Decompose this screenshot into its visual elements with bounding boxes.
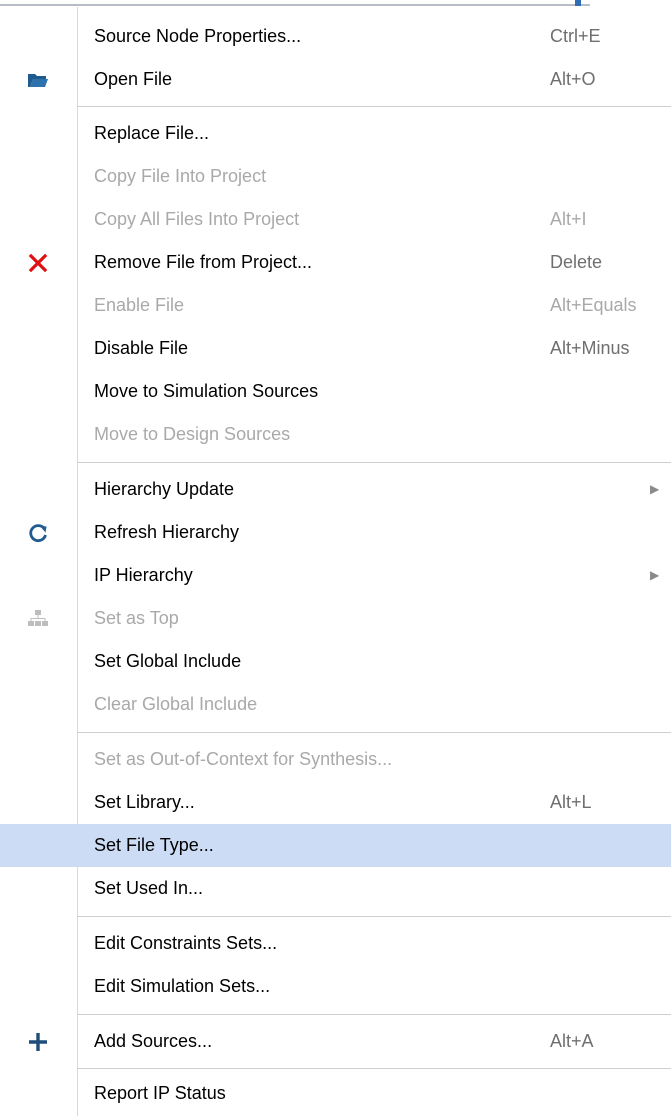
remove-x-icon — [22, 247, 54, 279]
menu-item-copy-file-into-project[interactable]: Copy File Into Project — [0, 155, 671, 198]
menu-item-edit-simulation-sets[interactable]: Edit Simulation Sets... — [0, 965, 671, 1008]
menu-separator — [77, 106, 671, 107]
menu-item-shortcut: Ctrl+E — [550, 26, 601, 46]
menu-item-label: Remove File from Project... — [94, 252, 313, 272]
menu-item-remove-file-from-project[interactable]: Remove File from Project... Delete — [0, 241, 671, 284]
menu-separator — [77, 732, 671, 733]
top-border-line — [0, 4, 590, 6]
menu-item-label: Set Library... — [94, 792, 195, 812]
menu-item-label: Add Sources... — [94, 1031, 213, 1051]
menu-item-label: Move to Simulation Sources — [94, 381, 319, 401]
menu-item-shortcut: Alt+Minus — [550, 338, 630, 358]
menu-separator — [77, 1068, 671, 1069]
menu-item-label: Enable File — [94, 295, 185, 315]
menu-item-hierarchy-update[interactable]: Hierarchy Update ▶ — [0, 468, 671, 511]
menu-item-report-ip-status[interactable]: Report IP Status — [0, 1072, 671, 1115]
menu-item-label: Clear Global Include — [94, 694, 258, 714]
menu-item-label: Hierarchy Update — [94, 479, 235, 499]
menu-item-set-global-include[interactable]: Set Global Include — [0, 640, 671, 683]
menu-item-shortcut: Alt+I — [550, 209, 587, 229]
menu-item-label: Replace File... — [94, 123, 210, 143]
menu-item-replace-file[interactable]: Replace File... — [0, 112, 671, 155]
menu-item-open-file[interactable]: Open File Alt+O — [0, 58, 671, 101]
menu-item-refresh-hierarchy[interactable]: Refresh Hierarchy — [0, 511, 671, 554]
menu-item-set-file-type[interactable]: Set File Type... — [0, 824, 671, 867]
menu-item-set-used-in[interactable]: Set Used In... — [0, 867, 671, 910]
set-top-icon — [22, 603, 54, 635]
menu-item-move-to-design-sources[interactable]: Move to Design Sources — [0, 413, 671, 456]
menu-item-clear-global-include[interactable]: Clear Global Include — [0, 683, 671, 726]
folder-open-icon — [22, 64, 54, 96]
menu-item-add-sources[interactable]: Add Sources... Alt+A — [0, 1020, 671, 1063]
submenu-arrow-icon: ▶ — [650, 568, 660, 582]
menu-separator — [77, 1014, 671, 1015]
menu-item-label: IP Hierarchy — [94, 565, 193, 585]
menu-item-label: Edit Simulation Sets... — [94, 976, 271, 996]
menu-item-label: Report IP Status — [94, 1083, 226, 1103]
menu-item-set-out-of-context[interactable]: Set as Out-of-Context for Synthesis... — [0, 738, 671, 781]
menu-item-label: Open File — [94, 69, 173, 89]
submenu-arrow-icon: ▶ — [650, 482, 660, 496]
context-menu: Source Node Properties... Ctrl+E Open Fi… — [0, 7, 671, 1116]
menu-item-label: Set Global Include — [94, 651, 242, 671]
menu-item-set-as-top[interactable]: Set as Top — [0, 597, 671, 640]
add-plus-icon — [22, 1026, 54, 1058]
menu-item-label: Copy All Files Into Project — [94, 209, 300, 229]
menu-item-enable-file[interactable]: Enable File Alt+Equals — [0, 284, 671, 327]
menu-item-label: Refresh Hierarchy — [94, 522, 240, 542]
menu-separator — [77, 462, 671, 463]
top-edge-marker — [575, 0, 581, 6]
menu-item-label: Copy File Into Project — [94, 166, 267, 186]
menu-item-ip-hierarchy[interactable]: IP Hierarchy ▶ — [0, 554, 671, 597]
refresh-icon — [22, 517, 54, 549]
menu-item-label: Set File Type... — [94, 835, 214, 855]
menu-item-label: Edit Constraints Sets... — [94, 933, 278, 953]
menu-item-label: Disable File — [94, 338, 189, 358]
menu-item-label: Source Node Properties... — [94, 26, 302, 46]
menu-item-shortcut: Alt+O — [550, 69, 596, 89]
menu-item-shortcut: Alt+Equals — [550, 295, 637, 315]
menu-item-label: Set as Top — [94, 608, 179, 628]
menu-item-label: Set Used In... — [94, 878, 204, 898]
menu-item-copy-all-files-into-project[interactable]: Copy All Files Into Project Alt+I — [0, 198, 671, 241]
menu-item-shortcut: Delete — [550, 252, 603, 272]
menu-item-edit-constraints-sets[interactable]: Edit Constraints Sets... — [0, 922, 671, 965]
menu-separator — [77, 916, 671, 917]
menu-item-label: Set as Out-of-Context for Synthesis... — [94, 749, 393, 769]
menu-item-set-library[interactable]: Set Library... Alt+L — [0, 781, 671, 824]
menu-item-shortcut: Alt+A — [550, 1031, 594, 1051]
menu-item-shortcut: Alt+L — [550, 792, 592, 812]
menu-item-label: Move to Design Sources — [94, 424, 291, 444]
menu-item-move-to-simulation-sources[interactable]: Move to Simulation Sources — [0, 370, 671, 413]
menu-top-edge — [0, 0, 671, 7]
menu-item-disable-file[interactable]: Disable File Alt+Minus — [0, 327, 671, 370]
menu-item-source-node-properties[interactable]: Source Node Properties... Ctrl+E — [0, 15, 671, 58]
